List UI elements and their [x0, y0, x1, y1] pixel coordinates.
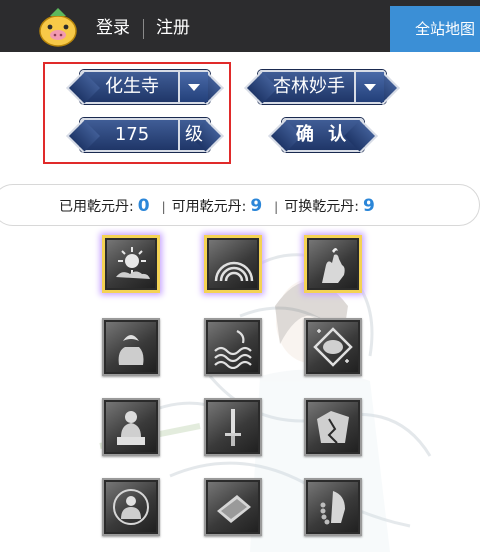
available-label: 可用乾元丹:	[171, 199, 247, 215]
buddha-statue-icon	[117, 411, 145, 445]
skill-icon-slot[interactable]	[304, 398, 362, 456]
sect-select-value: 化生寺	[105, 76, 159, 97]
mascot-logo-icon[interactable]	[36, 6, 80, 50]
skill-icon-slot[interactable]	[102, 318, 160, 376]
login-link[interactable]: 登录	[96, 18, 130, 38]
skill-icon-slot[interactable]	[304, 318, 362, 376]
available-value: 9	[250, 196, 263, 216]
top-bar: 登录 注册 全站地图	[0, 0, 480, 52]
counts-divider: |	[161, 200, 166, 214]
sect-dropdown-button[interactable]	[178, 72, 208, 102]
skill-dropdown-button[interactable]	[354, 72, 384, 102]
level-input[interactable]: 175 级	[80, 118, 210, 152]
skill-icon-slot[interactable]	[204, 235, 262, 293]
qianyuandan-counts-bar: 已用乾元丹: 0 | 可用乾元丹: 9 | 可换乾元丹: 9	[0, 184, 480, 226]
skill-icon-slot[interactable]	[304, 235, 362, 293]
skill-icon-slot[interactable]	[102, 398, 160, 456]
mirror-diamond-icon	[313, 327, 353, 367]
water-wave-icon	[214, 330, 252, 369]
skill-icon-slot[interactable]	[102, 235, 160, 293]
chevron-down-icon	[188, 84, 200, 91]
level-input-value: 175	[114, 124, 150, 145]
exchangeable-label: 可换乾元丹:	[284, 199, 359, 215]
hand-flame-icon	[322, 248, 345, 283]
rainbow-icon	[214, 261, 254, 282]
skill-icon-slot[interactable]	[102, 478, 160, 536]
confirm-button-label: 确 认	[295, 124, 351, 145]
header-divider	[143, 19, 144, 39]
sun-cloud-icon	[116, 247, 150, 279]
register-link[interactable]: 注册	[156, 18, 190, 38]
counts-divider: |	[274, 200, 279, 214]
tablet-icon	[217, 495, 251, 523]
skill-select-value: 杏林妙手	[273, 76, 345, 97]
level-unit-label: 级	[178, 120, 208, 150]
skill-icon-slot[interactable]	[204, 318, 262, 376]
sword-icon	[225, 409, 241, 446]
skill-icon-slot[interactable]	[204, 478, 262, 536]
skill-icon-slot[interactable]	[304, 478, 362, 536]
broken-rock-icon	[317, 411, 349, 444]
meditating-buddha-icon	[113, 489, 149, 525]
used-label: 已用乾元丹:	[59, 199, 134, 215]
skill-select[interactable]: 杏林妙手	[258, 70, 386, 104]
lotus-hand-icon	[118, 335, 144, 365]
sitemap-button[interactable]: 全站地图	[390, 6, 480, 52]
exchangeable-value: 9	[362, 196, 375, 216]
used-value: 0	[137, 196, 150, 216]
confirm-button[interactable]: 确 认	[282, 118, 364, 152]
skill-icon-slot[interactable]	[204, 398, 262, 456]
sect-select[interactable]: 化生寺	[80, 70, 210, 104]
chevron-down-icon	[364, 84, 376, 91]
prayer-beads-icon	[320, 491, 345, 525]
counts-row: 已用乾元丹: 0 | 可用乾元丹: 9 | 可换乾元丹: 9	[59, 185, 381, 227]
